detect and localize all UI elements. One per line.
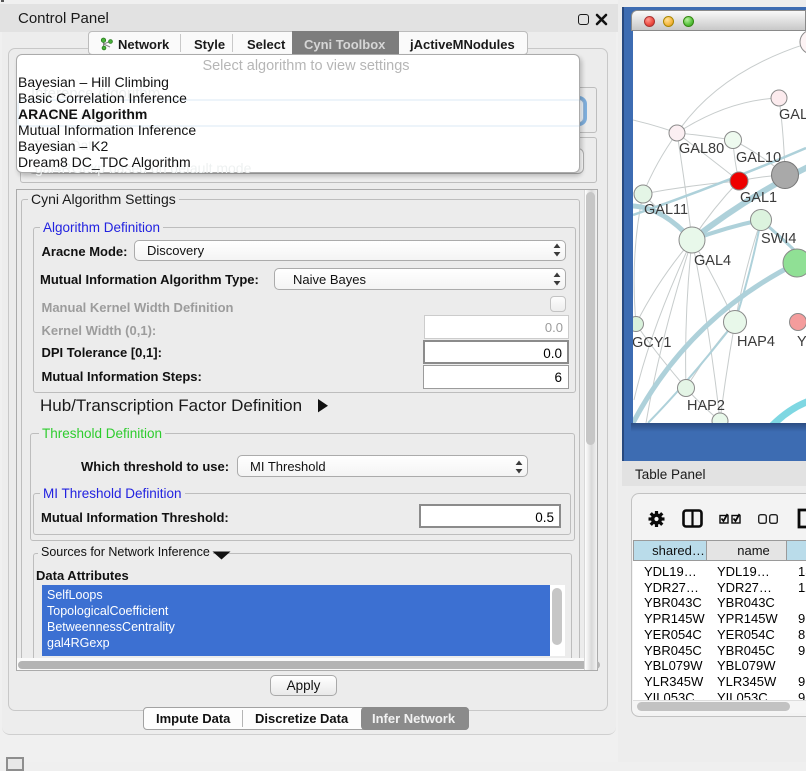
svg-text:SWI4: SWI4 [761,231,796,247]
svg-text:GAL80: GAL80 [679,141,724,157]
svg-text:GAL1: GAL1 [740,190,777,206]
svg-text:HAP4: HAP4 [737,334,775,350]
svg-text:GAL11: GAL11 [644,202,688,218]
svg-text:GAL4: GAL4 [694,253,731,269]
svg-text:HAP2: HAP2 [687,398,725,414]
svg-text:YM: YM [797,334,806,350]
svg-text:GAL7: GAL7 [779,107,806,123]
svg-text:GAL10: GAL10 [736,150,781,166]
svg-text:GCY1: GCY1 [633,335,672,351]
